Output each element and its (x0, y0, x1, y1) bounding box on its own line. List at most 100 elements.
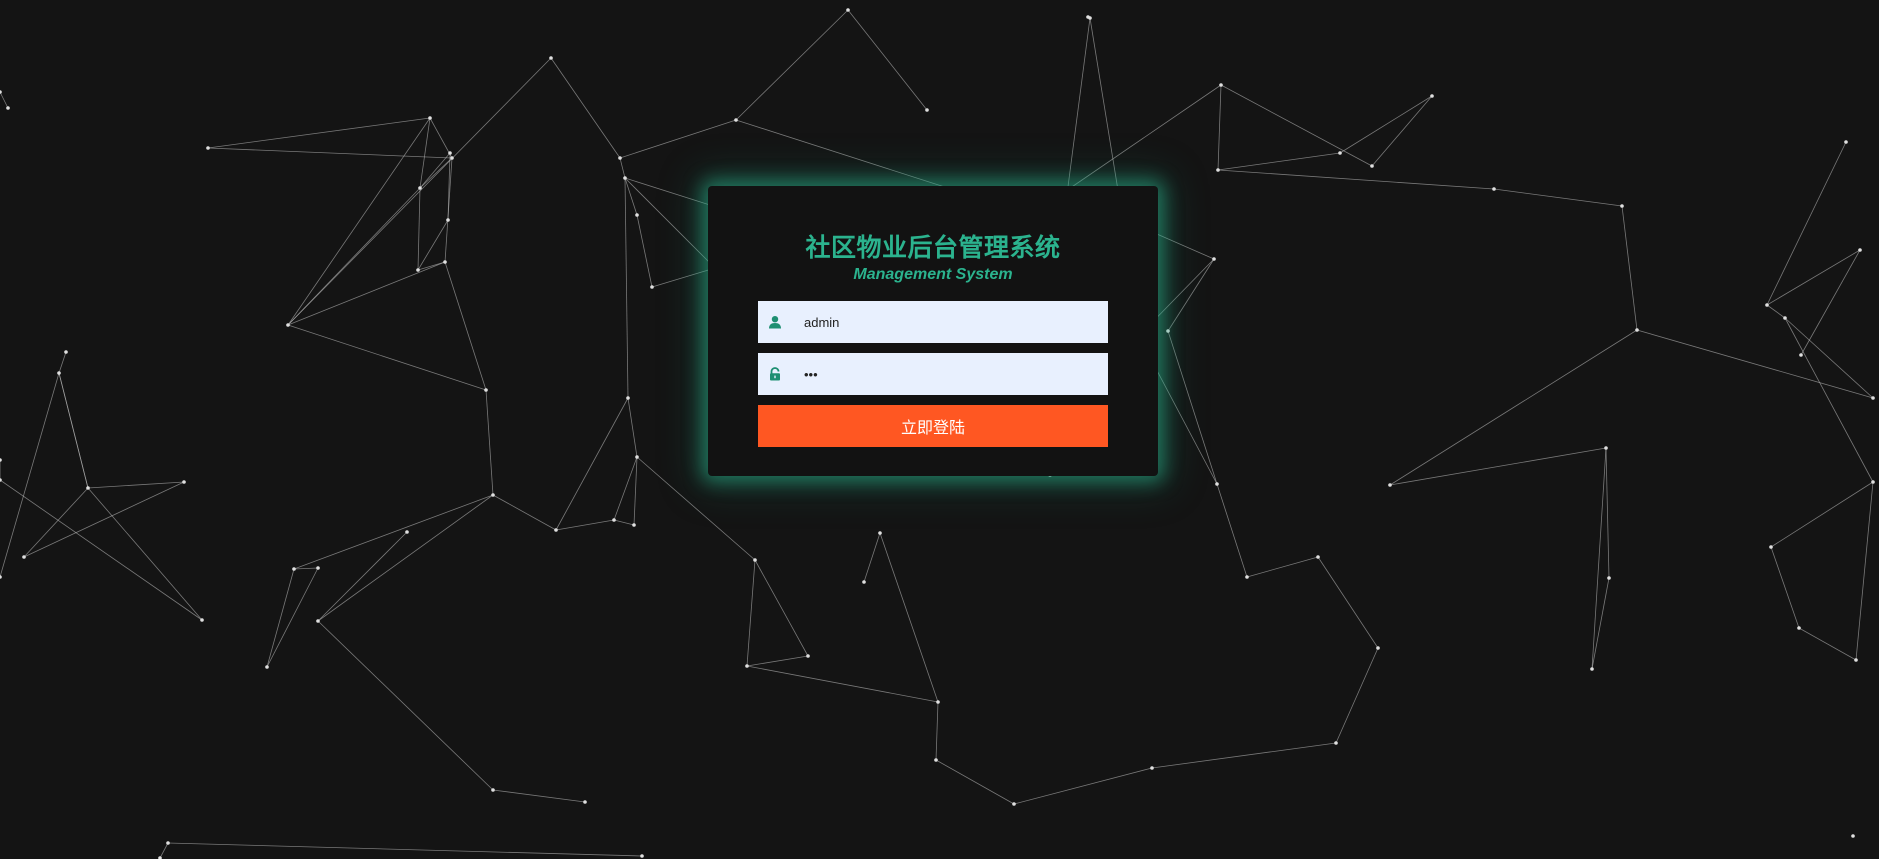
network-node (1316, 555, 1320, 559)
network-line (207, 147, 453, 159)
network-line (1389, 447, 1607, 486)
network-line (1317, 556, 1379, 649)
network-line (58, 372, 89, 489)
network-node (1871, 396, 1875, 400)
network-line (167, 842, 643, 857)
password-field-wrapper (758, 352, 1108, 396)
network-line (23, 487, 89, 558)
network-line (1766, 249, 1861, 306)
network-line (1371, 95, 1433, 167)
network-line (746, 559, 756, 667)
network-node (1851, 834, 1855, 838)
network-node (806, 654, 810, 658)
network-line (0, 91, 9, 109)
network-node (1604, 446, 1608, 450)
network-line (879, 532, 939, 703)
network-line (613, 519, 635, 526)
network-node (1492, 187, 1496, 191)
network-line (636, 214, 653, 288)
network-node (554, 528, 558, 532)
network-node (286, 323, 290, 327)
network-node (166, 841, 170, 845)
network-node (1844, 140, 1848, 144)
network-line (847, 9, 928, 111)
network-node (1219, 83, 1223, 87)
network-line (293, 567, 319, 570)
network-node (405, 530, 409, 534)
network-line (735, 9, 849, 121)
network-line (266, 568, 295, 668)
network-node (491, 493, 495, 497)
network-line (159, 842, 169, 859)
network-node (443, 260, 447, 264)
lock-icon (758, 353, 792, 395)
login-button[interactable]: 立即登陆 (758, 405, 1108, 447)
network-node (1635, 328, 1639, 332)
network-node (0, 90, 2, 94)
network-line (317, 494, 494, 622)
network-line (1605, 447, 1610, 579)
network-node (1607, 576, 1611, 580)
network-node (428, 116, 432, 120)
network-node (1858, 248, 1862, 252)
network-line (619, 119, 737, 159)
network-line (1784, 317, 1874, 483)
network-node (650, 285, 654, 289)
network-line (746, 655, 809, 667)
network-line (1636, 329, 1874, 399)
network-node (57, 371, 61, 375)
network-line (492, 494, 557, 531)
network-line (1062, 84, 1222, 194)
network-line (935, 759, 1015, 805)
password-input[interactable] (792, 352, 1108, 396)
network-node (635, 213, 639, 217)
username-input[interactable] (792, 300, 1108, 344)
network-line (1591, 447, 1607, 670)
network-line (287, 117, 431, 326)
network-line (1855, 481, 1874, 661)
network-line (1784, 317, 1874, 399)
network-line (444, 261, 487, 391)
network-line (1770, 546, 1800, 629)
network-line (1339, 95, 1433, 154)
network-node (1012, 802, 1016, 806)
network-node (635, 455, 639, 459)
network-node (612, 518, 616, 522)
network-line (1798, 627, 1857, 661)
network-line (492, 789, 586, 803)
network-node (86, 486, 90, 490)
network-line (1217, 152, 1341, 171)
network-node (745, 664, 749, 668)
network-node (1376, 646, 1380, 650)
network-line (1766, 304, 1786, 319)
network-node (1150, 766, 1154, 770)
network-node (1370, 164, 1374, 168)
network-line (1167, 258, 1215, 332)
network-line (619, 157, 626, 179)
network-node (316, 619, 320, 623)
network-line (1216, 483, 1248, 578)
network-node (418, 186, 422, 190)
network-node (22, 555, 26, 559)
network-node (450, 156, 454, 160)
network-node (753, 558, 757, 562)
network-line (555, 519, 615, 531)
network-node (1334, 741, 1338, 745)
network-line (627, 397, 638, 458)
network-line (207, 117, 431, 149)
network-node (878, 531, 882, 535)
network-node (484, 388, 488, 392)
network-line (417, 187, 421, 271)
network-line (1800, 249, 1861, 356)
network-node (1088, 16, 1092, 20)
network-node (0, 458, 2, 462)
network-line (754, 559, 809, 657)
network-node (292, 567, 296, 571)
network-node (1620, 204, 1624, 208)
network-node (862, 580, 866, 584)
user-icon (758, 301, 792, 343)
network-line (266, 567, 319, 668)
network-line (1217, 84, 1222, 171)
network-node (6, 106, 10, 110)
network-node (623, 176, 627, 180)
